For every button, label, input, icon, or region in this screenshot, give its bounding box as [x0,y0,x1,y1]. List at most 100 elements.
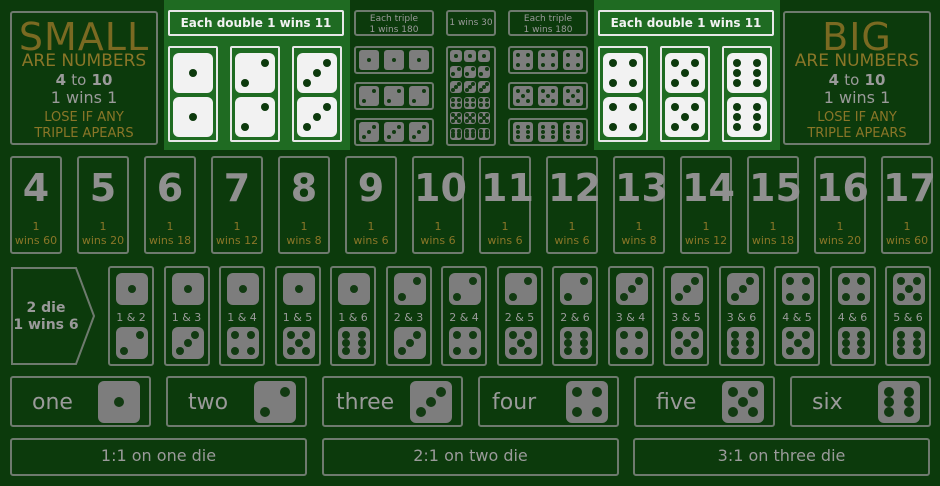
pip [905,285,913,293]
single-bet-two[interactable]: two [166,376,307,427]
single-bet-five[interactable]: five [634,376,775,427]
die-face-3-icon [297,53,337,93]
total-payout-stake: 1 [903,220,911,233]
total-bet-10[interactable]: 10 1 wins 6 [412,156,467,254]
total-bet-15[interactable]: 15 1 wins 18 [747,156,802,254]
total-payout-wins: wins 8 [621,234,657,247]
die-face-2-icon [409,86,429,106]
pair-bet-1-3[interactable]: 1 & 3 [163,266,210,366]
small-range-to-word: to [71,71,87,89]
total-payout-wins: wins 20 [81,234,125,247]
pip [468,346,477,355]
small-lose-2: TRIPLE APEARS [34,126,134,141]
pip [357,346,366,355]
pair-label: 4 & 6 [837,311,868,324]
total-bet-17[interactable]: 17 1 wins 60 [881,156,936,254]
pip [508,346,517,355]
pip [516,53,521,58]
pip [392,58,396,62]
total-bet-12[interactable]: 12 1 wins 6 [546,156,601,254]
pip [516,98,521,103]
total-bet-11[interactable]: 11 1 wins 6 [479,156,534,254]
big-bet-area[interactable]: BIG ARE NUMBERS 4 to 10 1 wins 1 LOSE IF… [783,11,931,145]
die-face-5-icon [478,112,490,124]
pair-bet-2-5[interactable]: 2 & 5 [496,266,543,366]
die-face-4-icon [450,96,462,109]
two-die-bet[interactable]: 2:1 on two die [322,438,619,476]
pip [541,98,546,103]
total-payout-wins: wins 18 [751,234,795,247]
pip [786,277,795,286]
total-bet-7[interactable]: 7 1 wins 12 [211,156,263,254]
pip [231,346,240,355]
total-bet-8[interactable]: 8 1 wins 8 [278,156,330,254]
pip [246,331,255,340]
pip [525,53,530,58]
total-bet-13[interactable]: 13 1 wins 8 [613,156,668,254]
total-bet-14[interactable]: 14 1 wins 12 [680,156,735,254]
pip [241,122,250,131]
pair-bet-5-6[interactable]: 5 & 6 [885,266,931,366]
pip [421,89,426,94]
pip [690,277,699,286]
pip [609,78,618,87]
pip [286,331,295,340]
pip [564,346,573,355]
pip [841,346,850,355]
pair-bet-1-4[interactable]: 1 & 4 [219,266,265,366]
total-payout: 1 wins 6 [347,220,395,248]
single-bet-four[interactable]: four [478,376,619,427]
total-bet-4[interactable]: 4 1 wins 60 [10,156,62,254]
die-face-3-icon [450,81,462,93]
pip [683,339,691,347]
pip [801,292,810,301]
total-payout-stake: 1 [769,220,777,233]
pip [541,53,546,58]
pip [566,125,571,130]
one-die-bet[interactable]: 1:1 on one die [10,438,307,476]
die-face-2-icon [560,273,592,305]
pair-bet-1-6[interactable]: 1 & 6 [330,266,376,366]
total-bet-9[interactable]: 9 1 wins 6 [345,156,397,254]
pip [286,346,295,355]
pair-bet-3-4[interactable]: 3 & 4 [607,266,654,366]
pip [508,292,517,301]
total-bet-5[interactable]: 5 1 wins 20 [77,156,129,254]
pip [239,285,247,293]
pair-bet-3-5[interactable]: 3 & 5 [663,266,709,366]
total-payout-wins: wins 8 [286,234,322,247]
pip [592,386,603,397]
die-face-1-icon [98,381,140,423]
die-face-5-icon [893,273,925,305]
pip [690,331,699,340]
pip [575,125,580,130]
single-bet-six[interactable]: six [790,376,931,427]
total-payout-wins: wins 6 [487,234,523,247]
die-face-4-icon [227,327,259,359]
single-bet-three[interactable]: three [322,376,463,427]
pair-bet-1-2[interactable]: 1 & 2 [108,266,154,366]
pip [748,386,759,397]
pip [619,331,628,340]
pair-bet-1-5[interactable]: 1 & 5 [274,266,321,366]
die-face-6-icon [563,122,583,142]
pair-bet-3-6[interactable]: 3 & 6 [718,266,765,366]
pip [752,103,761,112]
total-bet-16[interactable]: 16 1 wins 20 [814,156,869,254]
pair-bet-4-5[interactable]: 4 & 5 [774,266,820,366]
pair-bet-2-6[interactable]: 2 & 6 [552,266,598,366]
total-bet-6[interactable]: 6 1 wins 18 [144,156,196,254]
pip [683,285,691,293]
pair-bet-2-3[interactable]: 2 & 3 [385,266,432,366]
pip [564,292,573,301]
pip [619,292,628,301]
single-bet-one[interactable]: one [10,376,151,427]
single-label: six [812,390,843,415]
pair-bet-2-4[interactable]: 2 & 4 [441,266,487,366]
pip [671,78,680,87]
two-die-line2: 1 wins 6 [13,317,79,333]
pair-bet-4-6[interactable]: 4 & 6 [829,266,876,366]
pip [451,87,456,92]
three-die-bet[interactable]: 3:1 on three die [633,438,930,476]
small-bet-area[interactable]: SMALL ARE NUMBERS 4 to 10 1 wins 1 LOSE … [10,11,158,145]
